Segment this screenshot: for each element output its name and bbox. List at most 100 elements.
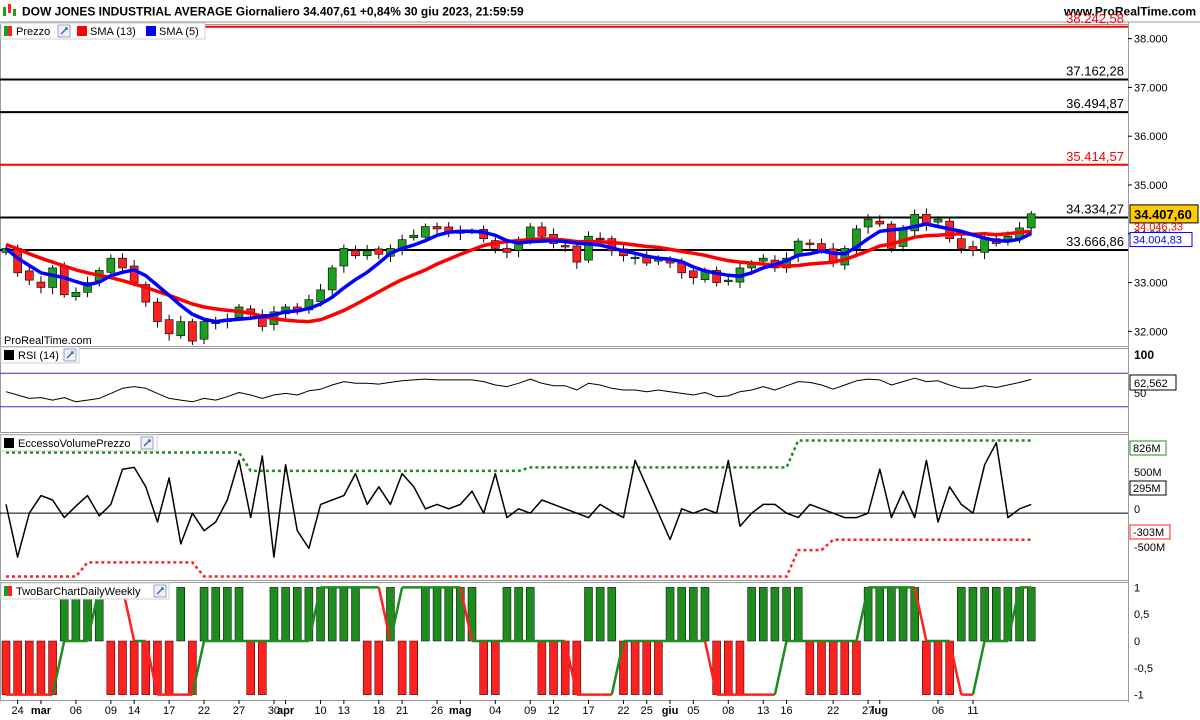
candle-body xyxy=(595,237,605,240)
twobar-daily-bar xyxy=(502,587,512,642)
wrench-icon[interactable] xyxy=(153,584,167,598)
eccesso-upper-label: 826M xyxy=(1133,443,1161,455)
twobar-daily-bar xyxy=(689,587,698,642)
twobar-tick-label: 0 xyxy=(1134,636,1140,648)
candle-body xyxy=(199,321,209,340)
twobar-daily-bar xyxy=(898,587,908,642)
price-levels: 38.242,58 37.162,28 36.494,87 35.414,57 34.3… xyxy=(0,11,1128,252)
twobar-daily-bar xyxy=(1026,587,1036,642)
chart-canvas[interactable]: DOW JONES INDUSTRIAL AVERAGE Giornaliero… xyxy=(0,0,1200,720)
candle-body xyxy=(1026,213,1036,229)
updown-swatch-icon xyxy=(4,26,12,36)
twobar-daily-bar xyxy=(793,587,803,642)
panel-frame-0 xyxy=(0,24,1129,347)
twobar-daily-bar xyxy=(782,587,791,642)
twobar-daily-bar xyxy=(281,587,290,642)
twobar-daily-bar xyxy=(164,640,174,695)
twobar-daily-bar xyxy=(339,587,349,642)
price-tick-label: 33.000 xyxy=(1134,278,1168,290)
x-tick-label: 10 xyxy=(314,705,326,717)
x-tick-label: 05 xyxy=(687,705,699,717)
twobar-daily-bar xyxy=(700,587,710,642)
candle-body xyxy=(362,250,372,257)
eccesso-panel xyxy=(0,439,1128,578)
twobar-daily-bar xyxy=(747,587,756,642)
sma5-value-label: 34.004,83 xyxy=(1133,235,1182,247)
x-tick-label: mag xyxy=(449,705,472,717)
x-tick-label: 21 xyxy=(396,705,408,717)
candle-body xyxy=(968,246,978,251)
twobar-daily-bar xyxy=(549,640,558,695)
eccesso-legend-label: EccessoVolumePrezzo xyxy=(18,438,131,450)
twobar-daily-bar xyxy=(234,587,244,642)
candle-body xyxy=(316,289,325,302)
legend-label-prezzo: Prezzo xyxy=(16,26,50,38)
twobar-daily-bar xyxy=(444,587,453,642)
chart-title: DOW JONES INDUSTRIAL AVERAGE Giornaliero… xyxy=(22,5,524,19)
twobar-daily-bar xyxy=(397,640,407,695)
x-tick-label: 17 xyxy=(163,705,175,717)
wrench-icon[interactable] xyxy=(140,436,154,450)
candle-body xyxy=(327,267,337,291)
wrench-icon[interactable] xyxy=(57,24,71,38)
twobar-daily-bar xyxy=(957,587,966,642)
legend-label-sma13: SMA (13) xyxy=(90,26,136,38)
twobar-daily-bar xyxy=(491,640,500,695)
candle-body xyxy=(805,242,815,245)
x-tick-label: 17 xyxy=(582,705,594,717)
x-tick-label: apr xyxy=(277,705,295,717)
twobar-daily-bar xyxy=(25,640,34,695)
twobar-daily-bar xyxy=(968,587,978,642)
eccesso-lower-label: -303M xyxy=(1133,527,1164,539)
candle-body xyxy=(723,279,733,282)
twobar-daily-bar xyxy=(421,587,430,642)
twobar-daily-bar xyxy=(642,640,651,695)
twobar-daily-bar xyxy=(724,640,733,695)
twobar-panel xyxy=(1,586,1036,696)
twobar-daily-bar xyxy=(351,587,360,642)
twobar-daily-bar xyxy=(630,640,640,695)
x-tick-label: 22 xyxy=(198,705,210,717)
x-tick-label: 13 xyxy=(757,705,769,717)
level-label-0: 38.242,58 xyxy=(1066,11,1124,26)
twobar-axis: 1 0,5 0 -0,5 -1 xyxy=(1134,582,1153,701)
twobar-daily-bar xyxy=(362,640,372,695)
twobar-daily-bar xyxy=(805,640,815,695)
twobar-daily-bar xyxy=(887,587,896,642)
twobar-legend: TwoBarChartDailyWeekly xyxy=(0,582,170,600)
candle-body xyxy=(758,257,768,262)
eccesso-current-badge: 295M xyxy=(1129,480,1167,496)
level-label-2: 36.494,87 xyxy=(1066,96,1124,111)
twobar-daily-bar xyxy=(409,640,418,695)
twobar-daily-bar xyxy=(595,587,605,642)
rsi-value-label: 62,562 xyxy=(1134,378,1168,390)
candle-body xyxy=(24,270,34,281)
x-tick-label: 08 xyxy=(722,705,734,717)
candle-body xyxy=(351,250,360,257)
eccesso-current-label: 295M xyxy=(1133,483,1161,495)
chart-window: DOW JONES INDUSTRIAL AVERAGE Giornaliero… xyxy=(0,0,1200,720)
twobar-daily-bar xyxy=(374,640,384,695)
twobar-legend-label: TwoBarChartDailyWeekly xyxy=(16,586,141,598)
twobar-daily-bar xyxy=(654,640,663,695)
twobar-daily-bar xyxy=(933,640,943,695)
x-tick-label: 16 xyxy=(780,705,792,717)
twobar-daily-bar xyxy=(211,587,220,642)
wrench-icon[interactable] xyxy=(63,348,77,362)
twobar-daily-bar xyxy=(176,587,185,642)
twobar-daily-bar xyxy=(432,587,442,642)
twobar-daily-bar xyxy=(526,587,535,642)
price-legend: Prezzo SMA (13) SMA (5) xyxy=(0,22,206,40)
x-tick-label: lug xyxy=(872,705,889,717)
candle-body xyxy=(106,257,116,273)
candle-body xyxy=(630,256,640,260)
twobar-daily-bar xyxy=(199,587,209,642)
candle-body xyxy=(409,234,419,238)
rsi-panel xyxy=(0,372,1128,408)
x-tick-label: 22 xyxy=(827,705,839,717)
twobar-daily-bar xyxy=(852,640,861,695)
rsi-value-badge: 62,562 xyxy=(1129,374,1177,391)
twobar-daily-bar xyxy=(293,587,302,642)
candle-body xyxy=(502,248,512,253)
x-tick-label: 04 xyxy=(489,705,501,717)
